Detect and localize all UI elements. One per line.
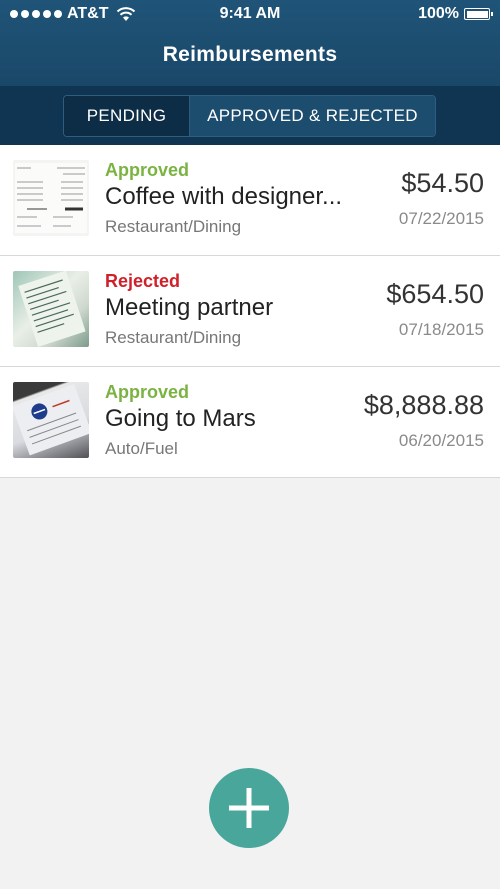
- battery-icon: [464, 8, 493, 20]
- list-item[interactable]: Rejected Meeting partner Restaurant/Dini…: [0, 256, 500, 367]
- plus-icon: [229, 788, 269, 828]
- receipt-thumbnail: [13, 160, 89, 236]
- item-category: Restaurant/Dining: [105, 328, 242, 347]
- item-amount: $654.50: [386, 279, 484, 309]
- tab-approved-rejected[interactable]: APPROVED & REJECTED: [190, 96, 435, 136]
- item-amount: $8,888.88: [363, 390, 484, 420]
- item-date: 07/22/2015: [398, 209, 484, 228]
- receipt-thumbnail: [13, 382, 89, 458]
- item-name: Meeting partner: [105, 294, 274, 321]
- battery-percent: 100%: [418, 5, 459, 22]
- receipt-image: [13, 383, 89, 456]
- item-amount: $54.50: [401, 168, 484, 198]
- item-date: 06/20/2015: [398, 431, 484, 450]
- receipt-image: [15, 163, 87, 233]
- list-item[interactable]: Approved Going to Mars Auto/Fuel $8,888.…: [0, 367, 500, 478]
- reimbursement-list: Approved Coffee with designer... Restaur…: [0, 145, 500, 478]
- item-name: Coffee with designer...: [105, 183, 343, 210]
- status-right: 100%: [418, 5, 493, 23]
- list-item[interactable]: Approved Coffee with designer... Restaur…: [0, 145, 500, 256]
- item-name: Going to Mars: [105, 405, 256, 432]
- receipt-thumbnail: [13, 271, 89, 347]
- status-segmented-control: PENDING APPROVED & REJECTED: [63, 95, 436, 137]
- add-reimbursement-button[interactable]: [209, 768, 289, 848]
- page-title: Reimbursements: [162, 43, 338, 66]
- status-bar: AT&T 9:41 AM 100%: [0, 0, 500, 30]
- battery-fill: [466, 10, 488, 18]
- status-rejected: Rejected: [105, 271, 181, 291]
- item-category: Auto/Fuel: [105, 439, 178, 458]
- item-category: Restaurant/Dining: [105, 217, 242, 236]
- status-approved: Approved: [105, 160, 190, 180]
- tab-pending[interactable]: PENDING: [64, 96, 190, 136]
- status-approved: Approved: [105, 382, 190, 402]
- receipt-image: [18, 271, 86, 347]
- item-date: 07/18/2015: [398, 320, 484, 339]
